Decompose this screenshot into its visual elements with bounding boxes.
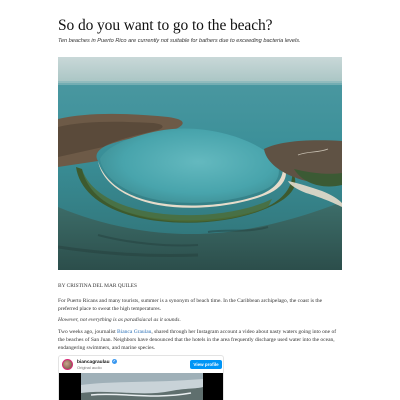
article-paragraph: Two weeks ago, journalist Bianca Graulau… xyxy=(58,328,342,352)
profile-avatar[interactable] xyxy=(62,359,73,370)
instagram-embed: biancagraulau ✓ Original audio View prof… xyxy=(58,355,224,400)
article-byline: BY CRISTINA DEL MAR QUILES xyxy=(58,283,137,289)
hero-aerial-beach-image xyxy=(58,57,342,270)
view-profile-button[interactable]: View profile xyxy=(190,360,222,369)
paragraph-italic-text: However, not everything is as paradisiac… xyxy=(58,317,181,323)
verified-badge-icon: ✓ xyxy=(111,359,117,364)
journalist-link[interactable]: Bianca Graulau xyxy=(117,329,151,335)
paragraph-text: Two weeks ago, journalist xyxy=(58,329,118,335)
article-subtitle: Ten beaches in Puerto Rico are currently… xyxy=(58,38,301,44)
article-title: So do you want to go to the beach? xyxy=(58,17,273,34)
embed-header: biancagraulau ✓ Original audio View prof… xyxy=(59,356,223,373)
article-paragraph: For Puerto Ricans and many tourists, sum… xyxy=(58,298,323,312)
video-frame xyxy=(81,373,203,400)
embed-audio-label[interactable]: Original audio xyxy=(77,365,102,370)
embed-video[interactable] xyxy=(59,373,223,400)
embed-username[interactable]: biancagraulau ✓ xyxy=(77,359,117,365)
article-paragraph: However, not everything is as paradisiac… xyxy=(58,316,342,324)
